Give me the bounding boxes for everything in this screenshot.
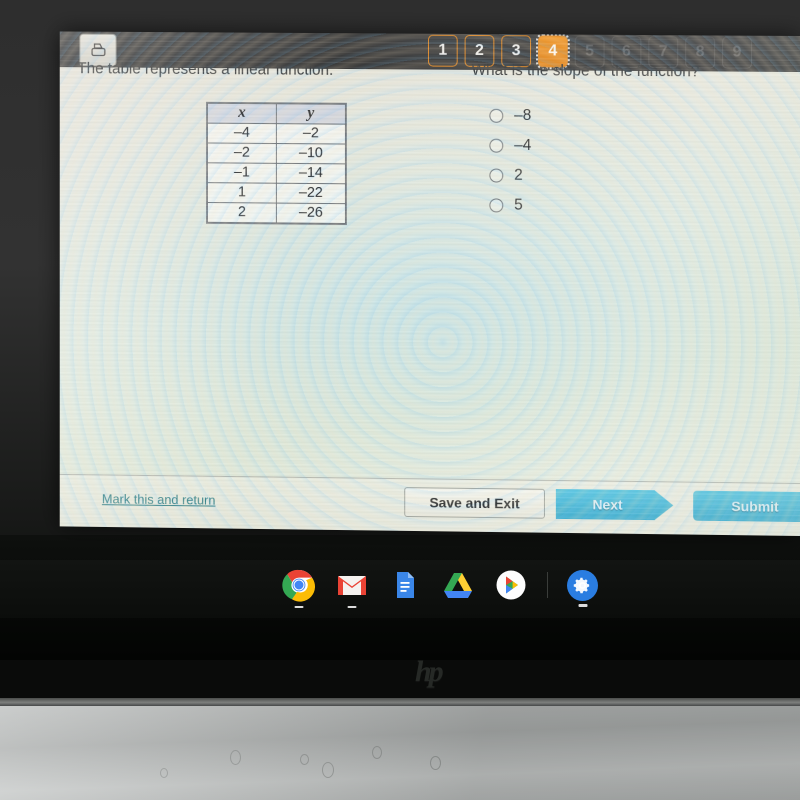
answer-choice-4[interactable]: 5 bbox=[472, 190, 790, 223]
base-speck bbox=[430, 756, 441, 770]
running-indicator bbox=[578, 604, 587, 607]
table-header-y: y bbox=[276, 103, 346, 125]
base-speck bbox=[322, 762, 334, 778]
table-row: –2 –10 bbox=[207, 142, 346, 164]
cell-x: 1 bbox=[207, 182, 277, 203]
cell-y: –26 bbox=[276, 202, 346, 224]
chromeos-shelf bbox=[0, 560, 800, 618]
shelf-divider bbox=[547, 572, 548, 598]
answer-choice-2[interactable]: –4 bbox=[472, 131, 790, 163]
quiz-action-bar: Mark this and return Save and Exit Next … bbox=[59, 473, 800, 537]
radio-button-icon[interactable] bbox=[489, 138, 504, 153]
question-right-column: What is the slope of the function? –8 –4… bbox=[472, 62, 790, 223]
cell-y: –10 bbox=[276, 143, 346, 164]
answer-choice-list: –8 –4 2 5 bbox=[472, 101, 790, 223]
gmail-icon[interactable] bbox=[335, 568, 369, 608]
radio-button-icon[interactable] bbox=[489, 198, 504, 213]
running-indicator bbox=[347, 605, 357, 608]
table-row: –4 –2 bbox=[207, 123, 346, 144]
submit-button[interactable]: Submit bbox=[693, 490, 800, 523]
table-header-row: x y bbox=[207, 103, 346, 125]
photo-of-laptop-screen: hp 1 2 3 4 5 6 7 8 9 The table represent… bbox=[0, 0, 800, 800]
radio-button-icon[interactable] bbox=[489, 168, 504, 183]
next-button[interactable]: Next bbox=[556, 489, 673, 520]
answer-choice-label: –8 bbox=[514, 106, 532, 125]
settings-gear-icon[interactable] bbox=[567, 569, 598, 607]
answer-choice-label: 5 bbox=[514, 196, 523, 214]
google-docs-icon[interactable] bbox=[388, 568, 422, 602]
answer-choice-3[interactable]: 2 bbox=[472, 160, 790, 192]
base-speck bbox=[300, 754, 309, 765]
answer-choice-label: –4 bbox=[514, 136, 532, 154]
running-indicator bbox=[294, 605, 304, 608]
cell-x: –2 bbox=[207, 142, 277, 164]
table-row: 1 –22 bbox=[207, 182, 346, 204]
answer-choice-label: 2 bbox=[514, 166, 523, 184]
answer-choice-1[interactable]: –8 bbox=[472, 101, 790, 133]
question-left-column: The table represents a linear function. … bbox=[77, 59, 451, 225]
cell-x: –4 bbox=[207, 123, 277, 144]
google-drive-icon[interactable] bbox=[441, 568, 475, 602]
cell-x: –1 bbox=[207, 162, 277, 184]
table-row: –1 –14 bbox=[207, 162, 346, 184]
cell-y: –22 bbox=[276, 183, 346, 204]
cell-y: –2 bbox=[276, 123, 346, 144]
table-header-x: x bbox=[207, 103, 277, 124]
shelf-app-icons bbox=[282, 568, 598, 608]
google-play-icon[interactable] bbox=[494, 568, 528, 602]
cell-x: 2 bbox=[207, 202, 277, 223]
radio-button-icon[interactable] bbox=[489, 108, 504, 123]
next-button-label: Next bbox=[592, 496, 623, 513]
base-speck bbox=[230, 750, 241, 765]
hp-brand-logo: hp bbox=[415, 655, 444, 688]
cell-y: –14 bbox=[276, 163, 346, 184]
table-row: 2 –26 bbox=[207, 202, 346, 224]
laptop-keyboard-base bbox=[0, 706, 800, 800]
base-speck bbox=[372, 746, 382, 759]
mark-this-and-return-link[interactable]: Mark this and return bbox=[102, 491, 216, 507]
base-speck bbox=[160, 768, 168, 778]
save-and-exit-button[interactable]: Save and Exit bbox=[404, 487, 545, 519]
question-stem: The table represents a linear function. bbox=[77, 60, 334, 79]
linear-function-table: x y –4 –2 –2 –10 –1 –14 1 –22 2 –26 bbox=[206, 102, 346, 224]
chrome-icon[interactable] bbox=[282, 568, 316, 608]
submit-button-label: Submit bbox=[731, 498, 779, 515]
laptop-display: 1 2 3 4 5 6 7 8 9 The table represents a… bbox=[59, 31, 800, 537]
question-prompt: What is the slope of the function? bbox=[471, 61, 700, 81]
